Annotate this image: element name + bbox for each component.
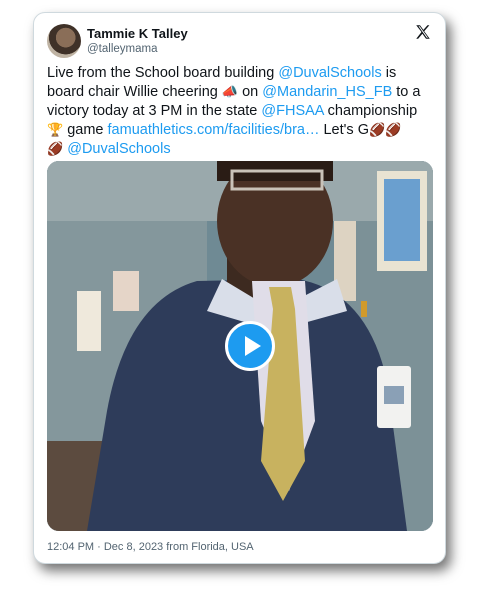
tweet-card: Tammie K Talley @talleymama Live from th… [33, 12, 446, 564]
tweet-text-run: Live from the School board building [47, 65, 279, 81]
video-thumbnail[interactable] [47, 161, 433, 531]
author-handle[interactable]: @talleymama [87, 43, 157, 55]
external-link[interactable]: famuathletics.com/facilities/bra… [108, 122, 320, 138]
football-emoji: 🏈 [47, 142, 64, 157]
x-logo-icon[interactable] [414, 23, 432, 41]
mention-fhsaa[interactable]: @FHSAA [261, 103, 323, 119]
mention-mandarin-hs-fb[interactable]: @Mandarin_HS_FB [262, 84, 392, 100]
author-avatar[interactable] [47, 24, 81, 58]
tweet-text-run: game [63, 122, 108, 138]
play-icon[interactable] [225, 321, 275, 371]
megaphone-emoji: 📣 [221, 85, 239, 100]
tweet-text-run: on [238, 84, 263, 100]
tweet-text-run: Let's G [319, 122, 369, 138]
football-emoji: 🏈🏈 [368, 123, 402, 138]
mention-duvalschools-2[interactable]: @DuvalSchools [67, 141, 170, 157]
tweet-timestamp[interactable]: 12:04 PM · Dec 8, 2023 from Florida, USA [47, 541, 254, 553]
mention-duvalschools[interactable]: @DuvalSchools [278, 65, 381, 81]
trophy-emoji: 🏆 [47, 123, 64, 138]
tweet-text: Live from the School board building @Duv… [47, 64, 437, 159]
tweet-text-run: championship [323, 103, 418, 119]
author-name[interactable]: Tammie K Talley [87, 26, 188, 41]
